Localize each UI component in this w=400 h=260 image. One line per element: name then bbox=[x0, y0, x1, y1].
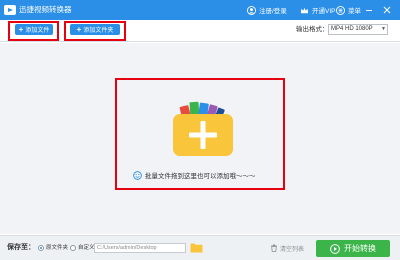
minimize-button[interactable] bbox=[364, 0, 374, 20]
save-to-label: 保存至： bbox=[7, 244, 35, 251]
bottom-bar: 保存至： 原文件夹 自定义 C:/Users/admin/Desktop 清空列… bbox=[0, 235, 400, 260]
app-logo-icon bbox=[4, 5, 16, 15]
menu-button[interactable]: 菜单 bbox=[336, 0, 361, 20]
close-icon bbox=[383, 6, 391, 14]
start-convert-button[interactable]: 开始转换 bbox=[316, 240, 390, 257]
user-icon bbox=[247, 5, 256, 15]
open-vip-button[interactable]: 开通VIP bbox=[300, 0, 335, 20]
minimize-icon bbox=[366, 10, 372, 11]
highlight-box-add-folder bbox=[64, 21, 126, 41]
clear-list-label: 清空列表 bbox=[280, 246, 305, 253]
add-folder-icon[interactable] bbox=[172, 97, 234, 157]
open-vip-label: 开通VIP bbox=[312, 8, 336, 15]
original-folder-label: 原文件夹 bbox=[46, 245, 69, 251]
radio-original-folder[interactable] bbox=[38, 245, 44, 251]
trash-icon bbox=[271, 244, 277, 252]
app-title: 迅捷视频转换器 bbox=[19, 5, 72, 14]
output-format-value: MP4 HD 1080P bbox=[331, 26, 373, 32]
register-login-button[interactable]: 注册/登录 bbox=[247, 0, 287, 20]
close-button[interactable] bbox=[382, 0, 392, 20]
clear-list-button[interactable]: 清空列表 bbox=[270, 236, 304, 260]
drop-hint-text: 批量文件拖到这里也可以添加哦～～～ bbox=[145, 173, 256, 180]
custom-folder-label: 自定义 bbox=[78, 245, 95, 251]
radio-custom-folder[interactable] bbox=[70, 245, 76, 251]
smile-icon bbox=[133, 170, 142, 180]
menu-icon bbox=[336, 5, 345, 15]
start-convert-label: 开始转换 bbox=[344, 244, 376, 253]
register-login-label: 注册/登录 bbox=[259, 8, 287, 15]
folder-icon[interactable] bbox=[190, 243, 203, 253]
vip-crown-icon bbox=[300, 7, 309, 13]
save-path-input[interactable]: C:/Users/admin/Desktop bbox=[94, 243, 186, 253]
drop-hint: 批量文件拖到这里也可以添加哦～～～ bbox=[133, 170, 273, 180]
chevron-down-icon: ▼ bbox=[381, 26, 386, 32]
output-format-label: 输出格式： bbox=[296, 26, 329, 33]
output-format-select[interactable]: MP4 HD 1080P ▼ bbox=[328, 24, 388, 35]
highlight-box-add-file bbox=[8, 21, 59, 41]
play-icon bbox=[330, 243, 340, 254]
menu-label: 菜单 bbox=[348, 8, 361, 15]
title-bar: 迅捷视频转换器 注册/登录 开通VIP 菜单 bbox=[0, 0, 400, 20]
